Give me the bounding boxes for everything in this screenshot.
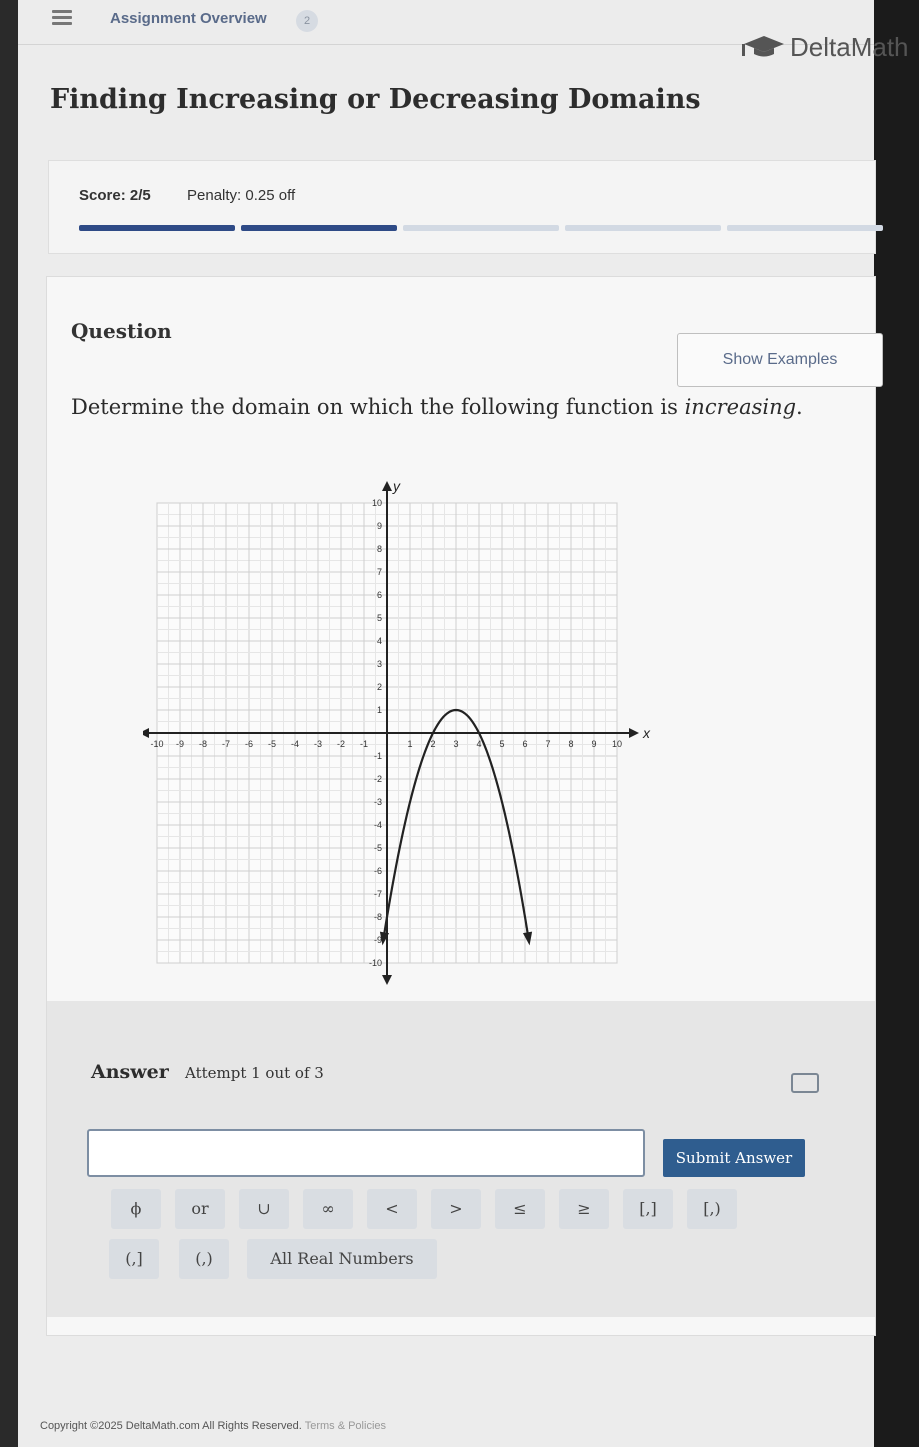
- y-tick-label: -2: [374, 774, 382, 784]
- x-tick-label: -7: [222, 739, 230, 749]
- copyright-text: Copyright ©2025 DeltaMath.com All Rights…: [40, 1420, 302, 1432]
- keypad-key[interactable]: ∞: [303, 1189, 353, 1229]
- y-tick-label: 1: [377, 705, 382, 715]
- answer-section: Answer Attempt 1 out of 3 Submit Answer …: [47, 1001, 875, 1317]
- progress-segment: [241, 225, 397, 231]
- x-tick-label: 5: [499, 739, 504, 749]
- keypad-key[interactable]: or: [175, 1189, 225, 1229]
- progress-segment: [79, 225, 235, 231]
- x-axis-label: x: [642, 725, 651, 741]
- y-tick-label: -6: [374, 866, 382, 876]
- all-real-numbers-key[interactable]: All Real Numbers: [247, 1239, 437, 1279]
- x-tick-label: 1: [407, 739, 412, 749]
- keypad-key[interactable]: (,): [179, 1239, 229, 1279]
- y-tick-label: -8: [374, 912, 382, 922]
- y-tick-label: -10: [369, 958, 382, 968]
- score-text: Score: 2/5: [79, 187, 151, 204]
- x-tick-label: -5: [268, 739, 276, 749]
- x-tick-label: -2: [337, 739, 345, 749]
- footer: Copyright ©2025 DeltaMath.com All Rights…: [40, 1420, 386, 1432]
- y-tick-label: -4: [374, 820, 382, 830]
- submit-answer-button[interactable]: Submit Answer: [663, 1139, 805, 1177]
- y-tick-label: -7: [374, 889, 382, 899]
- keypad-key[interactable]: ϕ: [111, 1189, 161, 1229]
- keypad-key[interactable]: (,]: [109, 1239, 159, 1279]
- y-tick-label: 3: [377, 659, 382, 669]
- x-axis-arrow: [143, 728, 149, 738]
- y-tick-label: 9: [377, 521, 382, 531]
- graduation-cap-icon: [742, 36, 784, 57]
- progress-segment: [727, 225, 883, 231]
- keypad-key[interactable]: [,]: [623, 1189, 673, 1229]
- menu-icon[interactable]: [52, 10, 72, 28]
- y-tick-label: 7: [377, 567, 382, 577]
- attempt-counter: Attempt 1 out of 3: [185, 1064, 324, 1082]
- prompt-emphasis: increasing: [684, 395, 797, 419]
- keypad-key[interactable]: >: [431, 1189, 481, 1229]
- keypad-key[interactable]: <: [367, 1189, 417, 1229]
- keypad-key[interactable]: [,): [687, 1189, 737, 1229]
- progress-segment: [403, 225, 559, 231]
- penalty-text: Penalty: 0.25 off: [187, 187, 296, 204]
- x-tick-label: -1: [360, 739, 368, 749]
- keypad-key[interactable]: ∪: [239, 1189, 289, 1229]
- x-tick-label: -3: [314, 739, 322, 749]
- function-graph: x y -10 -9 -8 -7 -6 -5 -4 -3 -2 -1 1 2 3 4 5 6 7 8 9 10 10 9 8 7 6…: [143, 478, 651, 985]
- assignment-overview-link[interactable]: Assignment Overview: [110, 10, 267, 27]
- x-tick-label: -4: [291, 739, 299, 749]
- answer-input[interactable]: [87, 1129, 645, 1177]
- y-tick-label: 8: [377, 544, 382, 554]
- x-tick-label: 8: [568, 739, 573, 749]
- y-tick-label: -5: [374, 843, 382, 853]
- terms-link[interactable]: Terms & Policies: [305, 1420, 386, 1432]
- keypad-key[interactable]: ≤: [495, 1189, 545, 1229]
- question-card: Question Show Examples Determine the dom…: [46, 276, 883, 1336]
- keypad-key[interactable]: ≥: [559, 1189, 609, 1229]
- screen-edge: [874, 0, 919, 1447]
- x-tick-label: 6: [522, 739, 527, 749]
- y-tick-label: -1: [374, 751, 382, 761]
- keyboard-icon[interactable]: [791, 1073, 819, 1093]
- score-card: Score: 2/5 Penalty: 0.25 off: [48, 160, 883, 254]
- y-axis-arrow: [382, 481, 392, 491]
- y-tick-label: 6: [377, 590, 382, 600]
- page: Assignment Overview 2 DeltaMath Finding …: [18, 0, 909, 1447]
- show-examples-button[interactable]: Show Examples: [677, 333, 883, 387]
- top-bar: Assignment Overview 2 DeltaMath: [18, 0, 909, 62]
- y-tick-label: 2: [377, 682, 382, 692]
- question-label: Question: [71, 319, 172, 343]
- y-tick-label: 10: [372, 498, 382, 508]
- y-tick-label: 4: [377, 636, 382, 646]
- y-tick-label: -3: [374, 797, 382, 807]
- overview-count-badge: 2: [296, 10, 318, 32]
- x-tick-label: 4: [476, 739, 481, 749]
- x-tick-label: 2: [430, 739, 435, 749]
- progress-segment: [565, 225, 721, 231]
- x-tick-label: -6: [245, 739, 253, 749]
- x-tick-label: -10: [150, 739, 163, 749]
- x-tick-label: -9: [176, 739, 184, 749]
- x-tick-label: 10: [612, 739, 622, 749]
- x-tick-label: 3: [453, 739, 458, 749]
- y-tick-label: 5: [377, 613, 382, 623]
- x-tick-label: 9: [591, 739, 596, 749]
- page-title: Finding Increasing or Decreasing Domains: [50, 84, 701, 115]
- x-axis-arrow: [629, 728, 639, 738]
- y-axis-arrow: [382, 975, 392, 985]
- x-tick-label: 7: [545, 739, 550, 749]
- y-axis-label: y: [392, 478, 401, 494]
- answer-label: Answer: [91, 1061, 169, 1083]
- x-tick-label: -8: [199, 739, 207, 749]
- brand-name: DeltaMath: [790, 32, 909, 62]
- question-prompt: Determine the domain on which the follow…: [71, 395, 803, 419]
